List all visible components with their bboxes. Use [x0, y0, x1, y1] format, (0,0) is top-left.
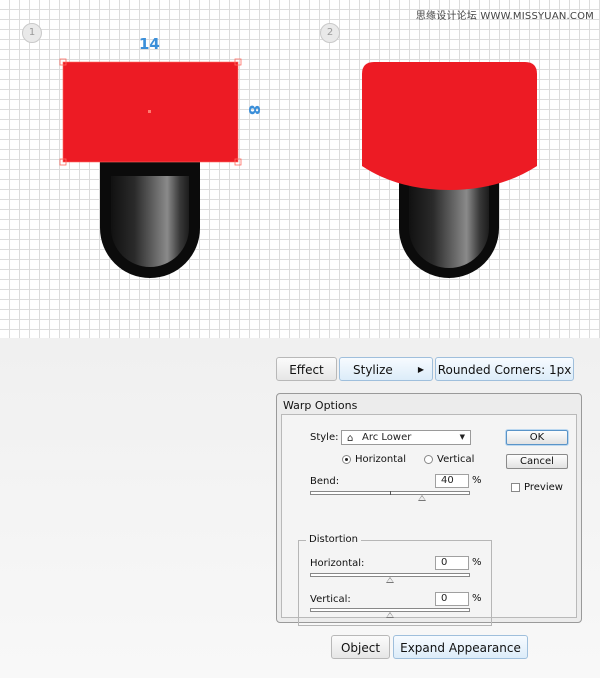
distortion-group [298, 540, 492, 626]
distortion-horizontal-input[interactable]: 0 [435, 556, 469, 570]
vertical-radio[interactable] [424, 455, 433, 464]
vertical-radio-label: Vertical [437, 454, 475, 465]
distortion-vertical-label: Vertical: [310, 594, 351, 605]
slider-center-tick [390, 491, 391, 495]
style-value: Arc Lower [362, 432, 412, 443]
center-point [148, 110, 151, 113]
distortion-vertical-percent: % [472, 593, 482, 604]
distortion-vertical-input[interactable]: 0 [435, 592, 469, 606]
horizontal-radio-label: Horizontal [355, 454, 407, 465]
preview-checkbox[interactable] [511, 483, 520, 492]
dialog-body: Style: ⌂ Arc Lower ▼ Horizontal Vertical… [281, 414, 577, 626]
chevron-down-icon: ▼ [459, 433, 465, 441]
style-label: Style: [310, 432, 339, 443]
bend-label: Bend: [310, 476, 340, 487]
effect-button[interactable]: Effect [276, 357, 337, 381]
bend-slider[interactable] [310, 491, 470, 495]
warped-red-shape[interactable] [362, 62, 537, 190]
bend-input[interactable]: 40 [435, 474, 469, 488]
bend-percent: % [472, 475, 482, 486]
rounded-corners-item[interactable]: Rounded Corners: 1px [435, 357, 574, 381]
distortion-horizontal-percent: % [472, 557, 482, 568]
distortion-horizontal-thumb[interactable] [386, 577, 394, 583]
expand-appearance-button[interactable]: Expand Appearance [393, 635, 528, 659]
arc-lower-icon: ⌂ [347, 433, 354, 444]
distortion-vertical-thumb[interactable] [386, 612, 394, 618]
marker-cap-step-2[interactable] [362, 62, 537, 278]
preview-label: Preview [524, 482, 563, 493]
object-button[interactable]: Object [331, 635, 390, 659]
horizontal-radio[interactable] [342, 455, 351, 464]
artwork [59, 58, 537, 278]
ok-button[interactable]: OK [506, 430, 568, 445]
cancel-button[interactable]: Cancel [506, 454, 568, 469]
triangle-right-icon: ▶ [417, 365, 424, 374]
dialog-title: Warp Options [283, 399, 358, 412]
warp-options-dialog: Warp Options Style: ⌂ Arc Lower ▼ Horizo… [276, 393, 582, 626]
stylize-label: Stylize [353, 363, 393, 377]
marker-cap-step-1[interactable] [59, 58, 242, 278]
distortion-label: Distortion [306, 534, 361, 545]
stylize-menu-button[interactable]: Stylize ▶ [339, 357, 433, 381]
bend-slider-thumb[interactable] [418, 495, 426, 501]
style-dropdown[interactable]: ⌂ Arc Lower ▼ [341, 430, 471, 445]
artboard-grid: 思缘设计论坛 WWW.MISSYUAN.COM 1 2 14 8 [0, 0, 600, 338]
distortion-horizontal-label: Horizontal: [310, 558, 365, 569]
